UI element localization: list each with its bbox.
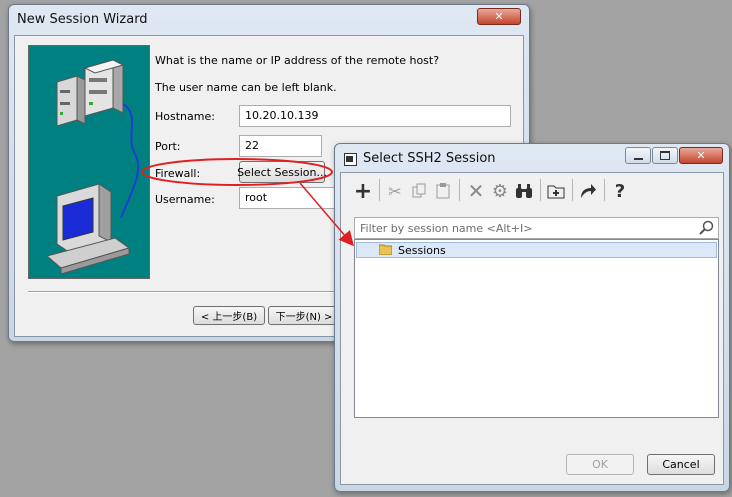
select-dialog-title: Select SSH2 Session: [363, 151, 496, 166]
find-binoculars-icon[interactable]: [513, 180, 535, 202]
cut-icon[interactable]: ✂: [384, 180, 406, 202]
wizard-close-button[interactable]: ✕: [477, 8, 521, 25]
filter-placeholder: Filter by session name <Alt+I>: [360, 222, 533, 235]
wizard-question: What is the name or IP address of the re…: [155, 54, 440, 67]
port-field[interactable]: 22: [239, 135, 322, 157]
computer-network-icon: [45, 59, 140, 275]
properties-gear-icon[interactable]: ⚙: [489, 180, 511, 202]
session-tree[interactable]: Sessions: [354, 239, 719, 418]
toolbar-separator: [572, 179, 573, 201]
minimize-icon: [633, 157, 643, 160]
tree-item-label: Sessions: [398, 244, 446, 257]
toolbar-separator: [604, 179, 605, 201]
connect-arrow-icon[interactable]: [577, 180, 599, 202]
username-label: Username:: [155, 193, 215, 206]
delete-icon[interactable]: ✕: [465, 179, 487, 203]
copy-icon[interactable]: [408, 180, 430, 202]
window-app-icon: [344, 153, 357, 166]
wizard-title: New Session Wizard: [17, 12, 148, 27]
hostname-field[interactable]: 10.20.10.139: [239, 105, 511, 127]
next-button[interactable]: 下一步(N) >: [268, 306, 340, 325]
port-label: Port:: [155, 140, 181, 153]
tree-item-sessions[interactable]: Sessions: [356, 242, 717, 258]
toolbar-separator: [379, 179, 380, 201]
new-folder-icon[interactable]: [545, 180, 567, 202]
toolbar-separator: [540, 179, 541, 201]
back-button[interactable]: < 上一步(B): [193, 306, 265, 325]
firewall-label: Firewall:: [155, 167, 201, 180]
maximize-icon: [660, 151, 670, 160]
toolbar: + ✂ ✕ ⚙ ?: [341, 173, 723, 207]
folder-icon: [378, 244, 393, 256]
cancel-button[interactable]: Cancel: [647, 454, 715, 475]
toolbar-separator: [459, 179, 460, 201]
select-session-button[interactable]: Select Session...: [237, 161, 327, 183]
add-icon[interactable]: +: [352, 179, 374, 204]
select-dialog-close-button[interactable]: ✕: [679, 147, 723, 164]
select-dialog-client: + ✂ ✕ ⚙ ? Filter by session name <Alt+I>…: [340, 172, 724, 485]
maximize-button[interactable]: [652, 147, 678, 164]
hostname-label: Hostname:: [155, 110, 215, 123]
network-illustration: [28, 45, 150, 279]
ok-button[interactable]: OK: [566, 454, 634, 475]
help-icon[interactable]: ?: [609, 180, 631, 202]
select-ssh2-session-window: Select SSH2 Session ✕ + ✂ ✕ ⚙ ? Filter b…: [334, 143, 730, 492]
search-icon: [698, 220, 714, 238]
close-icon: ✕: [696, 149, 706, 162]
wizard-note: The user name can be left blank.: [155, 81, 337, 94]
minimize-button[interactable]: [625, 147, 651, 164]
paste-icon[interactable]: [432, 180, 454, 202]
session-filter-input[interactable]: Filter by session name <Alt+I>: [354, 217, 719, 239]
close-icon: ✕: [494, 10, 504, 23]
